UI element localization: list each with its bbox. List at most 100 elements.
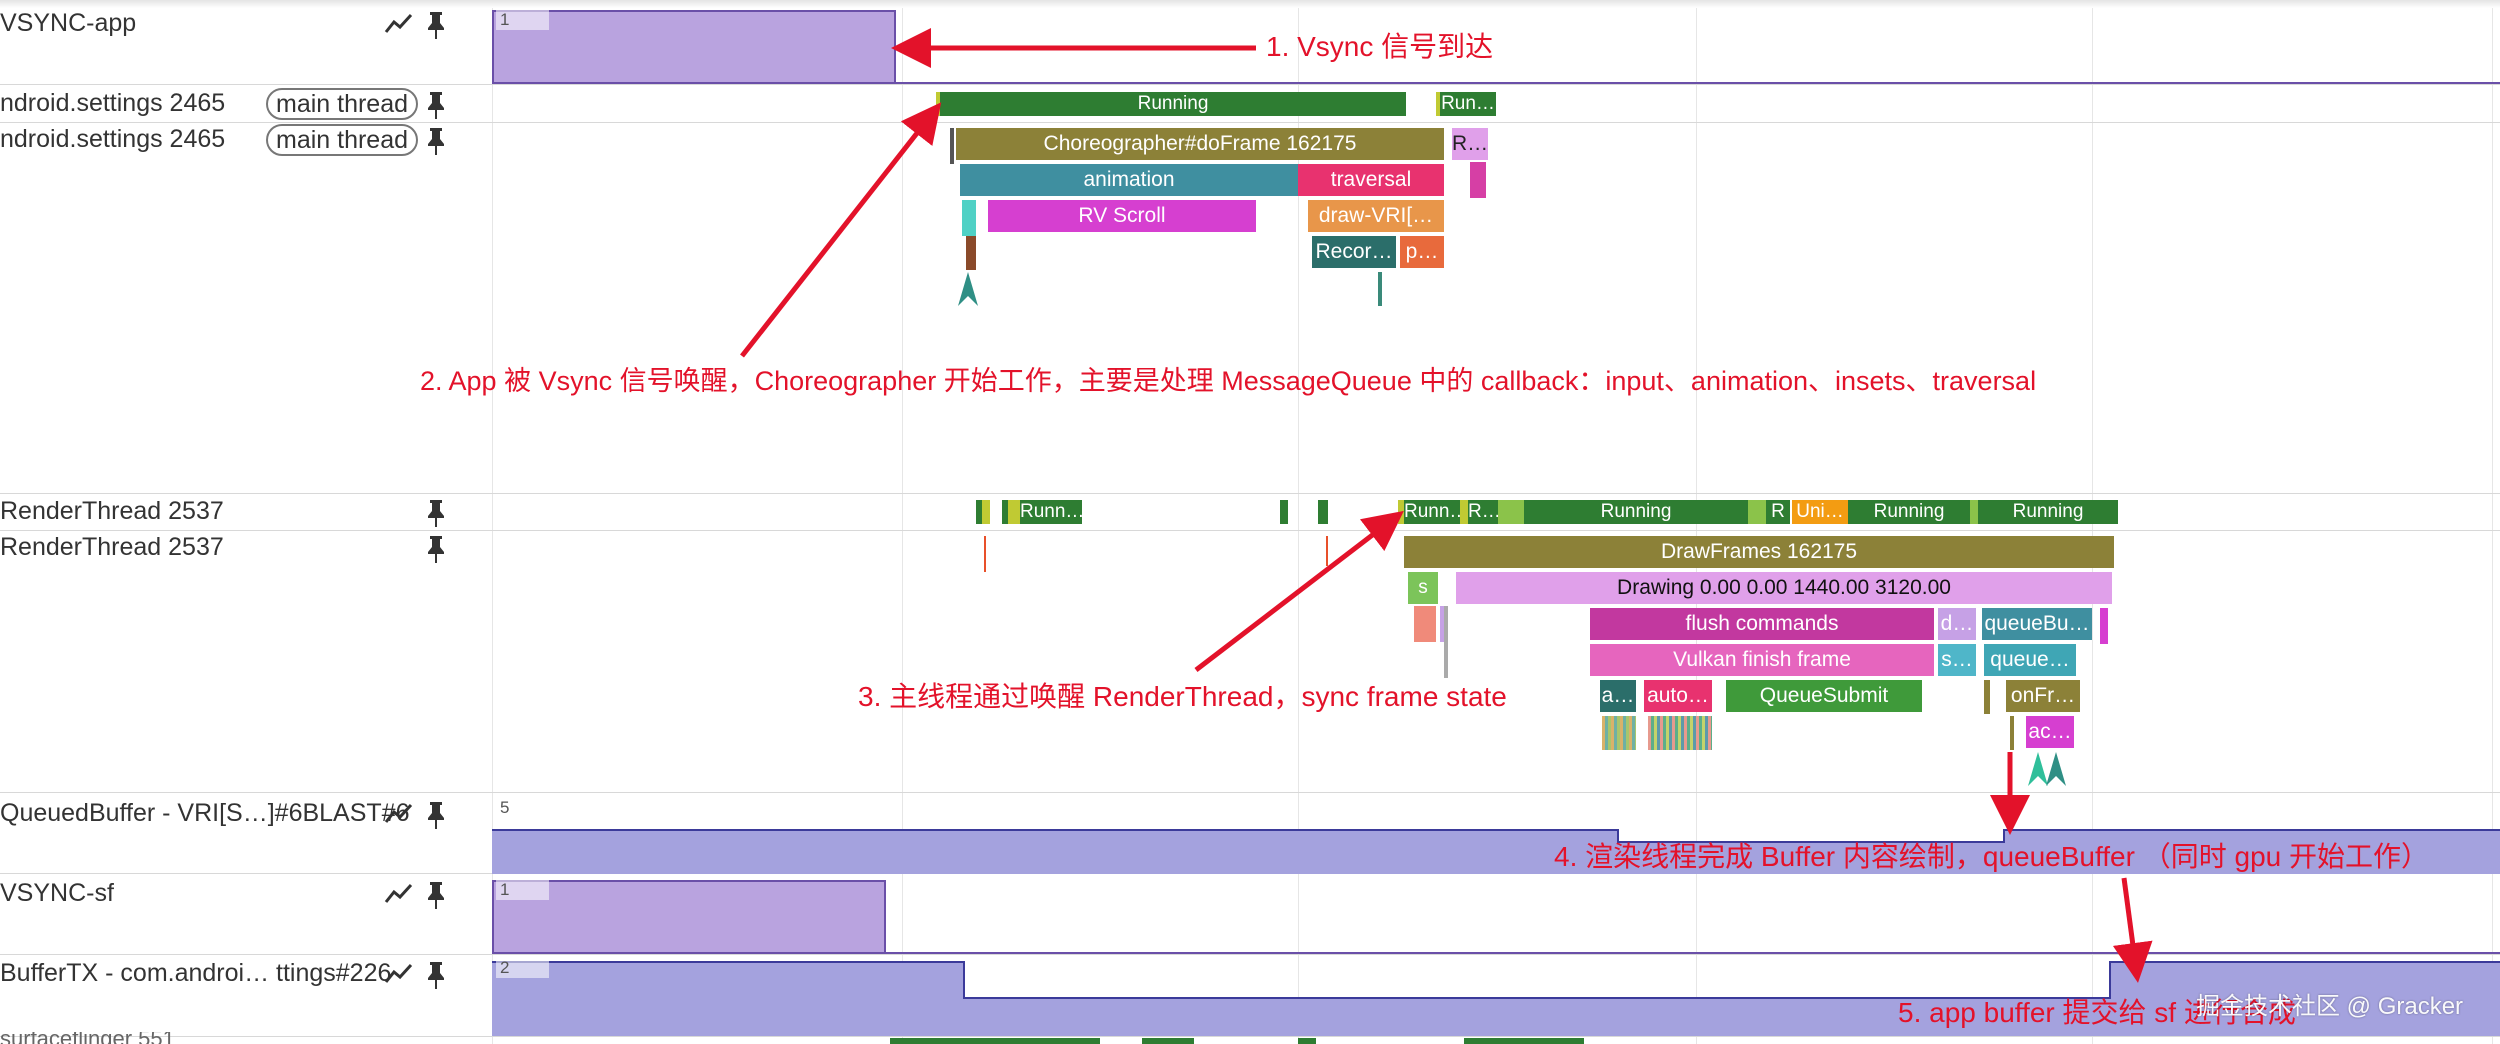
slice-p[interactable]: p…: [1400, 236, 1444, 268]
thread-state-running[interactable]: [1142, 1038, 1194, 1044]
slice-animation[interactable]: animation: [960, 164, 1298, 196]
thread-state-running[interactable]: Running: [1524, 500, 1748, 524]
slice-ac[interactable]: ac…: [2026, 716, 2074, 748]
track-label-renderthread-slices[interactable]: RenderThread 2537: [0, 532, 224, 562]
slice-choreographer-doframe[interactable]: Choreographer#doFrame 162175: [956, 128, 1444, 160]
thread-state-running[interactable]: [1464, 1038, 1584, 1044]
thread-state-runnable[interactable]: [936, 92, 940, 116]
slice-a[interactable]: a…: [1600, 680, 1636, 712]
slice-small[interactable]: [1984, 680, 1990, 714]
thread-state-running[interactable]: Runn…: [1404, 500, 1460, 524]
slice-tiny[interactable]: [1326, 536, 1328, 566]
slice-flush-commands[interactable]: flush commands: [1590, 608, 1934, 640]
thread-state-uninterruptible[interactable]: Uni…: [1792, 500, 1848, 524]
queuedbuffer-counter-value: 5: [496, 798, 550, 818]
slice-drawframes[interactable]: DrawFrames 162175: [1404, 536, 2114, 568]
thread-state-running[interactable]: Running: [1848, 500, 1970, 524]
track-divider: [0, 954, 2500, 955]
track-label-vsync-sf[interactable]: VSYNC-sf: [0, 878, 114, 908]
counter-chart-icon[interactable]: [384, 12, 414, 36]
vsync-sf-counter-high[interactable]: [492, 880, 886, 954]
slice-rv-scroll[interactable]: RV Scroll: [988, 200, 1256, 232]
slice-vulkan-finish-frame[interactable]: Vulkan finish frame: [1590, 644, 1934, 676]
track-label-buffertx[interactable]: BufferTX - com.androi… ttings#226: [0, 958, 391, 988]
slice-small[interactable]: [1414, 606, 1436, 642]
thread-state-running-short[interactable]: Run…: [1440, 92, 1496, 116]
track-label-vsync-app[interactable]: VSYNC-app: [0, 8, 136, 38]
annotation-2: 2. App 被 Vsync 信号唤醒，Choreographer 开始工作，主…: [420, 366, 2037, 396]
thread-state-running[interactable]: R…: [1468, 500, 1498, 524]
main-thread-tag: main thread: [266, 124, 419, 156]
thread-state-runnable[interactable]: [1748, 500, 1766, 524]
slice-d[interactable]: d…: [1938, 608, 1976, 640]
thread-state-runnable[interactable]: [982, 500, 990, 524]
slice-draw-vri[interactable]: draw-VRI[…: [1308, 200, 1444, 232]
track-label-settings-state[interactable]: ndroid.settings 2465: [0, 88, 225, 118]
slice-small[interactable]: [950, 128, 954, 164]
slice-queue[interactable]: queue…: [1984, 644, 2076, 676]
track-label-queuedbuffer[interactable]: QueuedBuffer - VRI[S…]#6BLAST#6: [0, 798, 410, 828]
track-label-renderthread-state[interactable]: RenderThread 2537: [0, 496, 224, 526]
counter-chart-icon[interactable]: [384, 962, 414, 986]
thread-state-running[interactable]: Running: [1978, 500, 2118, 524]
counter-chart-icon[interactable]: [384, 882, 414, 906]
slice-small[interactable]: [1378, 272, 1382, 306]
vsync-sf-counter-value: 1: [496, 880, 550, 900]
slice-queuebuffer[interactable]: queueBu…: [1982, 608, 2092, 640]
buffertx-counter-value: 2: [496, 958, 550, 978]
slice-queuesubmit[interactable]: QueueSubmit: [1726, 680, 1922, 712]
annotation-1: 1. Vsync 信号到达: [1266, 31, 1494, 62]
slice-cluster[interactable]: [1602, 716, 1636, 750]
annotation-4: 4. 渲染线程完成 Buffer 内容绘制，queueBuffer （同时 gp…: [1554, 841, 2430, 872]
slice-small[interactable]: [2010, 716, 2014, 750]
thread-state-runnable[interactable]: [1498, 500, 1524, 524]
pin-icon[interactable]: [424, 498, 448, 528]
thread-state-running[interactable]: Running: [940, 92, 1406, 116]
thread-state-running[interactable]: [1298, 1038, 1316, 1044]
track-label-surfaceflinger[interactable]: surfaceflinger 551: [0, 1032, 175, 1044]
pin-icon[interactable]: [424, 800, 448, 830]
vsync-app-counter-low: [896, 82, 2500, 84]
watermark: 掘金技术社区 @ Gracker: [2196, 993, 2464, 1020]
pin-icon[interactable]: [424, 10, 448, 40]
slice-s[interactable]: s: [1408, 572, 1438, 604]
slice-s2[interactable]: s…: [1938, 644, 1976, 676]
pin-icon[interactable]: [424, 534, 448, 564]
pin-icon[interactable]: [424, 90, 448, 120]
thread-state-runnable[interactable]: [1970, 500, 1978, 524]
thread-state-running[interactable]: R: [1766, 500, 1790, 524]
slice-cluster[interactable]: [1648, 716, 1712, 750]
slice-tiny[interactable]: [984, 536, 986, 572]
thread-state-runnable[interactable]: [1008, 500, 1020, 524]
thread-state-running[interactable]: [890, 1038, 1100, 1044]
thread-state-runnable[interactable]: [1436, 92, 1440, 116]
timeline-grid-line: [2492, 0, 2493, 1044]
thread-state-running[interactable]: [1318, 500, 1328, 524]
slice-small[interactable]: [1470, 162, 1486, 198]
track-divider: [0, 84, 2500, 85]
vsync-app-counter-high[interactable]: [492, 10, 896, 84]
vsync-sf-counter-low: [886, 952, 2500, 954]
slice-small[interactable]: [962, 200, 976, 236]
track-divider: [0, 792, 2500, 793]
slice-traversal[interactable]: traversal: [1298, 164, 1444, 196]
wakeup-arrow-icon: [958, 272, 978, 306]
pin-icon[interactable]: [424, 960, 448, 990]
slice-small[interactable]: [966, 236, 976, 270]
slice-r[interactable]: R…: [1452, 128, 1488, 160]
thread-state-running[interactable]: Runn…: [1020, 500, 1082, 524]
track-label-settings-slices[interactable]: ndroid.settings 2465: [0, 124, 225, 154]
pin-icon[interactable]: [424, 126, 448, 156]
slice-drawing[interactable]: Drawing 0.00 0.00 1440.00 3120.00: [1456, 572, 2112, 604]
pin-icon[interactable]: [424, 880, 448, 910]
thread-state-running[interactable]: [1280, 500, 1288, 524]
counter-chart-icon[interactable]: [384, 802, 414, 826]
slice-small[interactable]: [2100, 608, 2108, 644]
slice-auto[interactable]: auto…: [1644, 680, 1712, 712]
main-thread-tag: main thread: [266, 88, 419, 120]
thread-state-runnable[interactable]: [1460, 500, 1468, 524]
vsync-app-counter-value: 1: [496, 10, 550, 30]
slice-onframe[interactable]: onFr…: [2006, 680, 2080, 712]
slice-small[interactable]: [1444, 606, 1448, 678]
slice-record[interactable]: Recor…: [1312, 236, 1396, 268]
